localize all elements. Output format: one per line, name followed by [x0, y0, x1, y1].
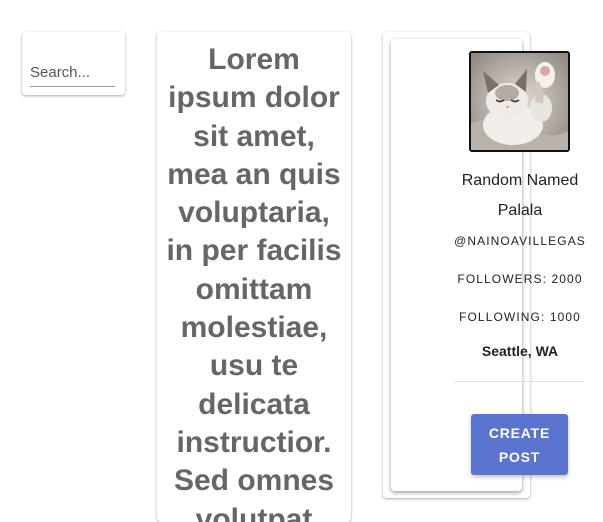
create-post-button[interactable]: CREATE POST — [471, 414, 568, 475]
cat-photo-icon — [471, 53, 568, 150]
followers-count: FOLLOWERS: 2000 — [457, 272, 583, 286]
search-input[interactable] — [30, 58, 115, 87]
following-count: FOLLOWING: 1000 — [459, 310, 581, 324]
post-text: Lorem ipsum dolor sit amet, mea an quis … — [166, 43, 342, 522]
post-card: Lorem ipsum dolor sit amet, mea an quis … — [157, 32, 351, 522]
profile-display-name: Random Named Palala — [461, 172, 579, 219]
profile-handle: @NAINOAVILLEGAS — [454, 234, 586, 248]
profile-divider — [454, 381, 584, 382]
avatar — [469, 51, 570, 152]
search-card — [22, 32, 125, 95]
profile-location: Seattle, WA — [481, 343, 559, 359]
